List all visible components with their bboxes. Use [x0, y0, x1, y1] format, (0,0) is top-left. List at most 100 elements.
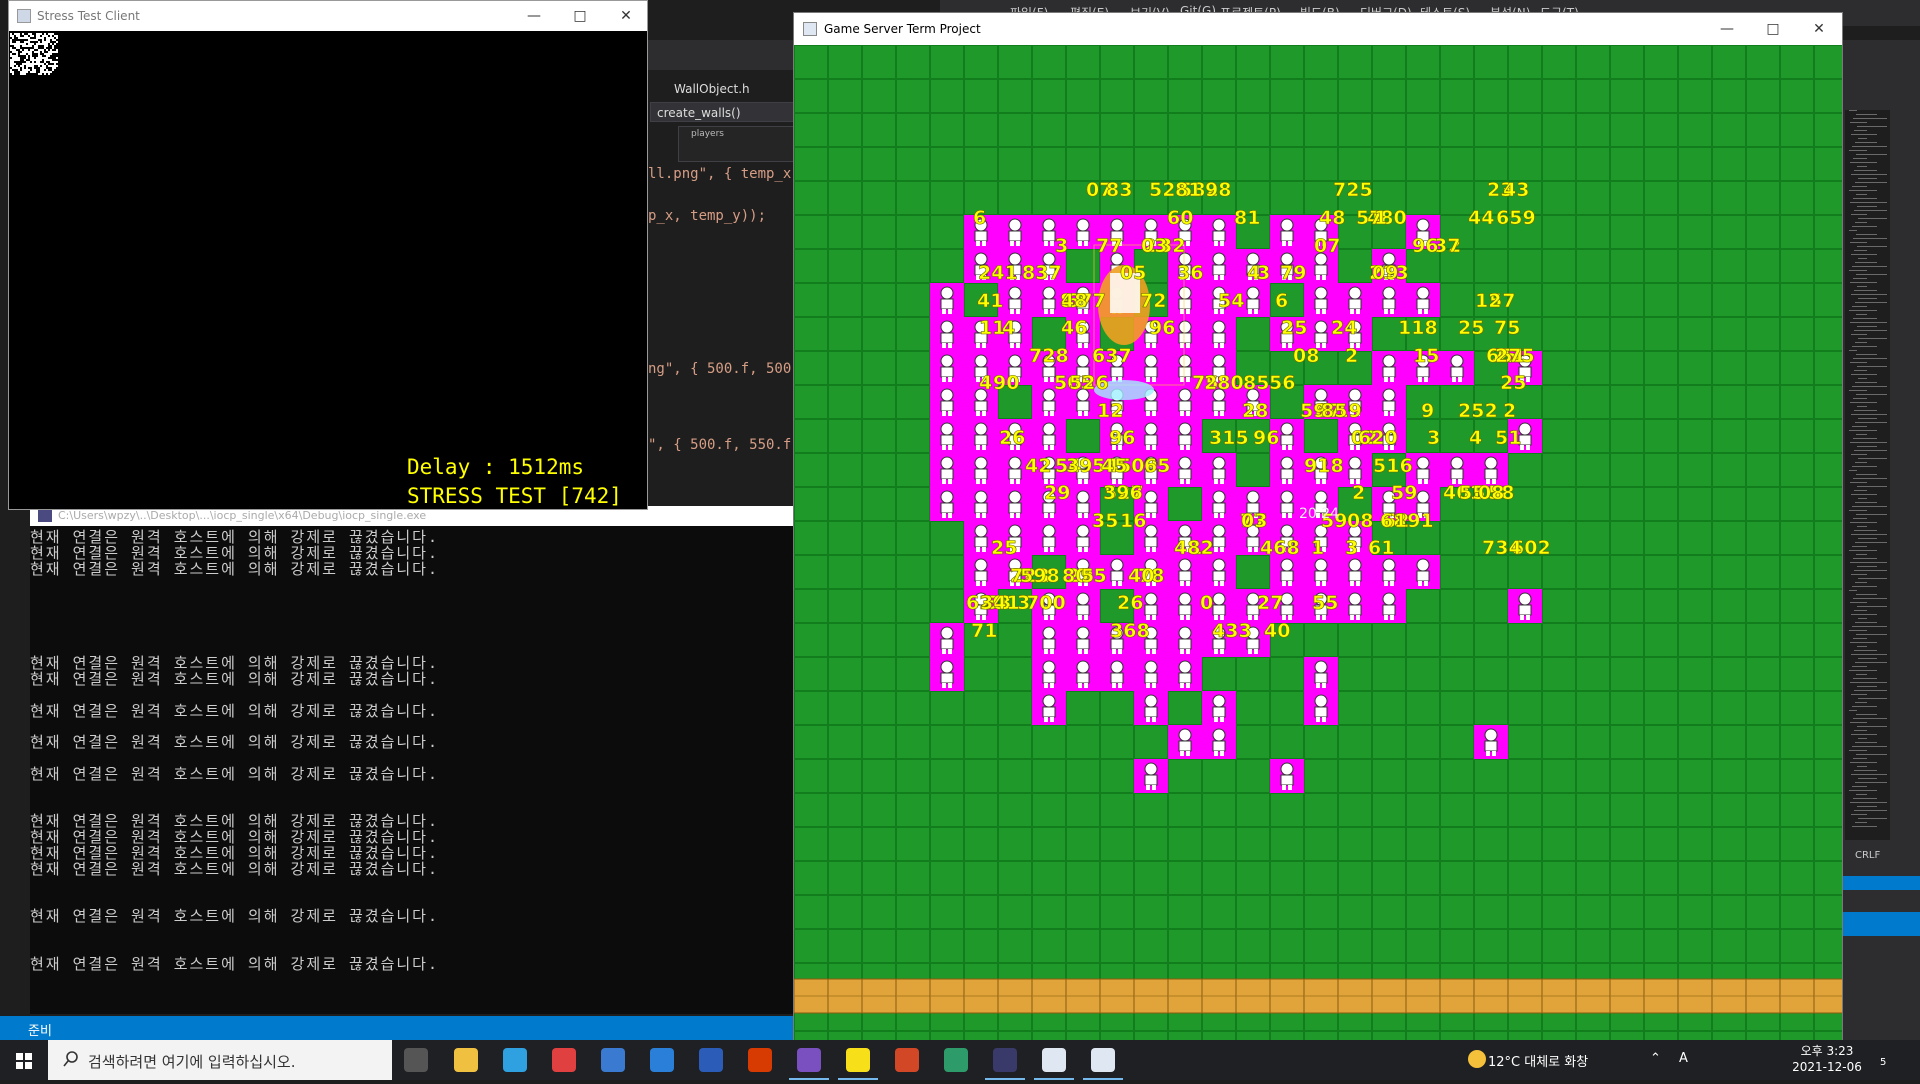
- minimap-line: [1853, 478, 1887, 479]
- store-icon[interactable]: [589, 1040, 637, 1080]
- minimap-line: [1855, 702, 1867, 703]
- minimap-line: [1851, 374, 1877, 375]
- console-line: 현재 연결은 원격 호스트에 의해 강제로 끊겼습니다.: [30, 543, 440, 562]
- close-button[interactable]: ✕: [603, 1, 649, 31]
- minimap-line: [1858, 338, 1887, 339]
- game-window-icon-glyph: [1042, 1048, 1066, 1072]
- vs-minimap[interactable]: [1845, 110, 1890, 840]
- file-explorer-icon[interactable]: [442, 1040, 490, 1080]
- console-output[interactable]: 현재 연결은 원격 호스트에 의해 강제로 끊겼습니다. 현재 연결은 원격 호스…: [30, 526, 793, 1014]
- edge-icon-glyph: [503, 1048, 527, 1072]
- minimap-line: [1852, 226, 1877, 227]
- minimap-line: [1854, 690, 1887, 691]
- console-line: 현재 연결은 원격 호스트에 의해 강제로 끊겼습니다.: [30, 654, 440, 673]
- minimize-button[interactable]: —: [1704, 13, 1750, 45]
- vs-file-tab[interactable]: WallObject.h: [660, 80, 795, 100]
- ime-indicator[interactable]: A: [1679, 1051, 1688, 1066]
- minimap-line: [1857, 486, 1887, 487]
- minimap-line: [1857, 726, 1887, 727]
- game-titlebar[interactable]: Game Server Term Project — □ ✕: [794, 13, 1842, 45]
- minimap-line: [1851, 254, 1877, 255]
- minimap-line: [1858, 538, 1877, 539]
- vs-status-text: 준비: [28, 1024, 52, 1039]
- minimap-line: [1856, 274, 1887, 275]
- minimap-line: [1855, 542, 1887, 543]
- minimap-line: [1852, 586, 1877, 587]
- minimap-line: [1858, 698, 1887, 699]
- minimap-line: [1852, 186, 1867, 187]
- stress-titlebar[interactable]: Stress Test Client — □ ✕: [9, 1, 647, 31]
- snip-icon[interactable]: [932, 1040, 980, 1080]
- chrome-icon[interactable]: [540, 1040, 588, 1080]
- chevron-up-icon[interactable]: ⌃: [1650, 1051, 1661, 1066]
- game-window-icon[interactable]: [1030, 1040, 1078, 1080]
- minimap-line: [1850, 322, 1887, 323]
- minimap-line: [1849, 510, 1867, 511]
- minimap-line: [1854, 170, 1877, 171]
- minimap-line: [1857, 606, 1887, 607]
- weather-widget[interactable]: 12°C 대체로 화창: [1468, 1050, 1588, 1070]
- minimap-line: [1856, 674, 1867, 675]
- vs-line-ending[interactable]: CRLF: [1855, 850, 1880, 861]
- console-line: 현재 연결은 원격 호스트에 의해 강제로 끊겼습니다.: [30, 670, 440, 689]
- minimap-line: [1850, 642, 1877, 643]
- word-icon[interactable]: [687, 1040, 735, 1080]
- minimap-line: [1858, 178, 1877, 179]
- clock-date: 2021-12-06: [1792, 1060, 1862, 1074]
- clock[interactable]: 오후 3:23 2021-12-06: [1790, 1043, 1864, 1075]
- minimap-line: [1849, 790, 1877, 791]
- minimap-line: [1849, 390, 1867, 391]
- vs-code-line: ng", { 500.f, 500.: [648, 361, 800, 377]
- close-button[interactable]: ✕: [1796, 13, 1842, 45]
- minimap-line: [1851, 574, 1867, 575]
- minimap-line: [1856, 634, 1887, 635]
- mail-icon[interactable]: [638, 1040, 686, 1080]
- minimap-line: [1858, 738, 1867, 739]
- game-canvas[interactable]: 526 07 23 582 725 83 43 98 81 81 659 480 60 48 57 6 44 1 2…: [794, 45, 1842, 1040]
- minimap-line: [1852, 386, 1887, 387]
- minimap-line: [1849, 350, 1857, 351]
- minimap-line: [1858, 218, 1887, 219]
- taskbar-search[interactable]: 검색하려면 여기에 입력하십시오.: [48, 1040, 392, 1080]
- powerpoint-icon[interactable]: [883, 1040, 931, 1080]
- visual-studio-icon[interactable]: [785, 1040, 833, 1080]
- console-window[interactable]: C:\Users\wpzy\..\Desktop\...\iocp_single…: [30, 506, 793, 1014]
- minimap-line: [1857, 286, 1867, 287]
- stress-window-icon[interactable]: [1079, 1040, 1127, 1080]
- weather-sun-icon: [1468, 1050, 1486, 1068]
- minimap-line: [1850, 242, 1867, 243]
- minimap-line: [1850, 122, 1867, 123]
- kakaotalk-icon[interactable]: [834, 1040, 882, 1080]
- minimap-line: [1849, 590, 1857, 591]
- notification-center-icon[interactable]: 5: [1880, 1050, 1886, 1069]
- maximize-button[interactable]: □: [1750, 13, 1796, 45]
- minimap-line: [1852, 426, 1867, 427]
- minimap-line: [1850, 442, 1887, 443]
- minimize-button[interactable]: —: [511, 1, 557, 31]
- minimap-line: [1854, 130, 1867, 131]
- vs-notification-bar[interactable]: [1842, 912, 1920, 936]
- minimap-line: [1856, 754, 1887, 755]
- office-icon[interactable]: [736, 1040, 784, 1080]
- console-line: 현재 연결은 원격 호스트에 의해 강제로 끊겼습니다.: [30, 844, 440, 862]
- game-server-window[interactable]: Game Server Term Project — □ ✕ 526 07 23 58…: [793, 12, 1843, 1040]
- vs-function-dropdown[interactable]: create_walls(): [650, 102, 795, 122]
- minimap-line: [1856, 154, 1887, 155]
- minimap-line: [1854, 410, 1877, 411]
- minimap-line: [1853, 158, 1867, 159]
- stress-test-client-window[interactable]: Stress Test Client — □ ✕ Delay : 1512ms …: [8, 0, 648, 510]
- task-view-icon[interactable]: [392, 1040, 440, 1080]
- minimap-line: [1853, 598, 1887, 599]
- minimap-line: [1851, 694, 1867, 695]
- minimap-line: [1857, 446, 1877, 447]
- maximize-button[interactable]: □: [557, 1, 603, 31]
- system-tray[interactable]: ⌃ A: [1650, 1051, 1688, 1066]
- terminal-icon[interactable]: [981, 1040, 1029, 1080]
- windows-start-icon[interactable]: [0, 1040, 48, 1080]
- edge-icon[interactable]: [491, 1040, 539, 1080]
- minimap-line: [1856, 554, 1867, 555]
- game-title: Game Server Term Project: [824, 22, 981, 36]
- minimap-line: [1854, 770, 1877, 771]
- minimap-line: [1851, 454, 1867, 455]
- minimap-line: [1851, 494, 1877, 495]
